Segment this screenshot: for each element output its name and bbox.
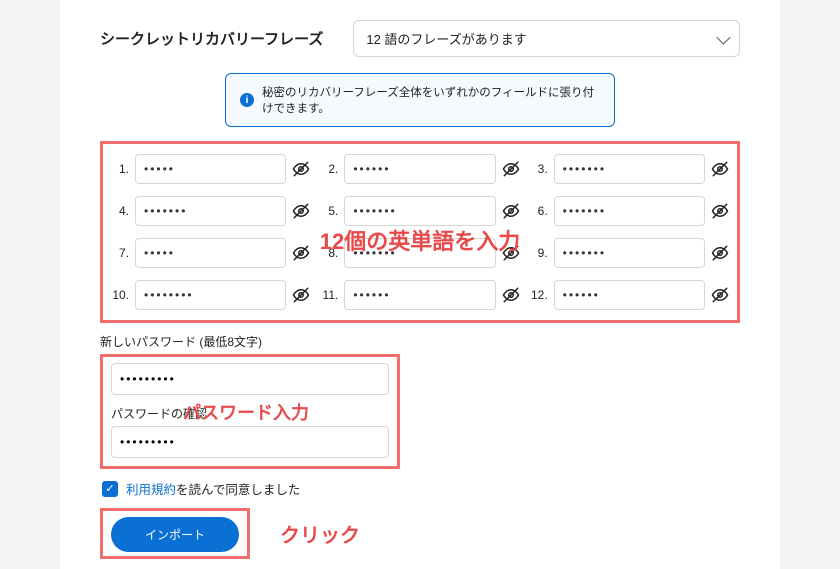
annotation-click: クリック [280, 519, 360, 548]
seed-item: 5. [320, 196, 519, 226]
eye-off-icon[interactable] [711, 244, 729, 262]
page-root: シークレットリカバリーフレーズ 12 語のフレーズがあります i 秘密のリカバリ… [60, 0, 780, 569]
terms-rest: を読んで同意しました [176, 483, 300, 497]
eye-off-icon[interactable] [711, 160, 729, 178]
seed-word-input[interactable] [554, 238, 705, 268]
seed-word-input[interactable] [344, 280, 495, 310]
new-password-input[interactable] [111, 363, 389, 395]
info-icon: i [240, 93, 254, 107]
eye-off-icon[interactable] [502, 244, 520, 262]
eye-off-icon[interactable] [502, 160, 520, 178]
seed-item: 9. [530, 238, 729, 268]
seed-word-input[interactable] [344, 238, 495, 268]
seed-word-input[interactable] [554, 154, 705, 184]
seed-number: 1. [111, 162, 129, 176]
seed-item: 2. [320, 154, 519, 184]
phrase-count-label: 12 語のフレーズがあります [366, 29, 526, 48]
import-button[interactable]: インポート [111, 517, 239, 552]
seed-number: 7. [111, 246, 129, 260]
seed-item: 4. [111, 196, 310, 226]
seed-item: 1. [111, 154, 310, 184]
seed-number: 8. [320, 246, 338, 260]
seed-number: 5. [320, 204, 338, 218]
eye-off-icon[interactable] [502, 286, 520, 304]
seed-number: 12. [530, 288, 548, 302]
seed-item: 10. [111, 280, 310, 310]
seed-word-input[interactable] [344, 196, 495, 226]
seed-item: 3. [530, 154, 729, 184]
seed-phrase-grid: 1.2.3.4.5.6.7.8.9.10.11.12.12個の英単語を入力 [100, 141, 740, 323]
seed-word-input[interactable] [135, 196, 286, 226]
eye-off-icon[interactable] [292, 244, 310, 262]
header-row: シークレットリカバリーフレーズ 12 語のフレーズがあります [100, 20, 740, 57]
new-password-label: 新しいパスワード (最低8文字) [100, 333, 740, 350]
seed-number: 2. [320, 162, 338, 176]
terms-checkbox[interactable]: ✓ [102, 481, 118, 497]
confirm-password-label: パスワードの確認 [111, 405, 389, 422]
eye-off-icon[interactable] [502, 202, 520, 220]
seed-number: 11. [320, 288, 338, 302]
confirm-password-input[interactable] [111, 426, 389, 458]
seed-number: 3. [530, 162, 548, 176]
seed-word-input[interactable] [135, 154, 286, 184]
info-banner: i 秘密のリカバリーフレーズ全体をいずれかのフィールドに張り付けできます。 [225, 73, 615, 127]
seed-item: 7. [111, 238, 310, 268]
seed-word-input[interactable] [344, 154, 495, 184]
terms-link[interactable]: 利用規約 [126, 483, 176, 497]
seed-word-input[interactable] [135, 280, 286, 310]
seed-item: 11. [320, 280, 519, 310]
seed-number: 6. [530, 204, 548, 218]
seed-number: 4. [111, 204, 129, 218]
eye-off-icon[interactable] [292, 202, 310, 220]
eye-off-icon[interactable] [292, 286, 310, 304]
eye-off-icon[interactable] [711, 202, 729, 220]
eye-off-icon[interactable] [292, 160, 310, 178]
seed-word-input[interactable] [554, 196, 705, 226]
seed-word-input[interactable] [135, 238, 286, 268]
seed-item: 12. [530, 280, 729, 310]
terms-row: ✓ 利用規約を読んで同意しました [102, 479, 740, 498]
import-row: インポート クリック [100, 508, 740, 559]
annotation-import-box: インポート [100, 508, 250, 559]
seed-number: 9. [530, 246, 548, 260]
eye-off-icon[interactable] [711, 286, 729, 304]
seed-word-input[interactable] [554, 280, 705, 310]
seed-item: 6. [530, 196, 729, 226]
seed-item: 8. [320, 238, 519, 268]
password-section: パスワードの確認 パスワード入力 [100, 354, 400, 469]
phrase-count-select[interactable]: 12 語のフレーズがあります [353, 20, 740, 57]
terms-text: 利用規約を読んで同意しました [126, 479, 300, 498]
page-title: シークレットリカバリーフレーズ [100, 28, 323, 49]
info-banner-text: 秘密のリカバリーフレーズ全体をいずれかのフィールドに張り付けできます。 [262, 84, 600, 116]
seed-number: 10. [111, 288, 129, 302]
chevron-down-icon [716, 30, 730, 44]
